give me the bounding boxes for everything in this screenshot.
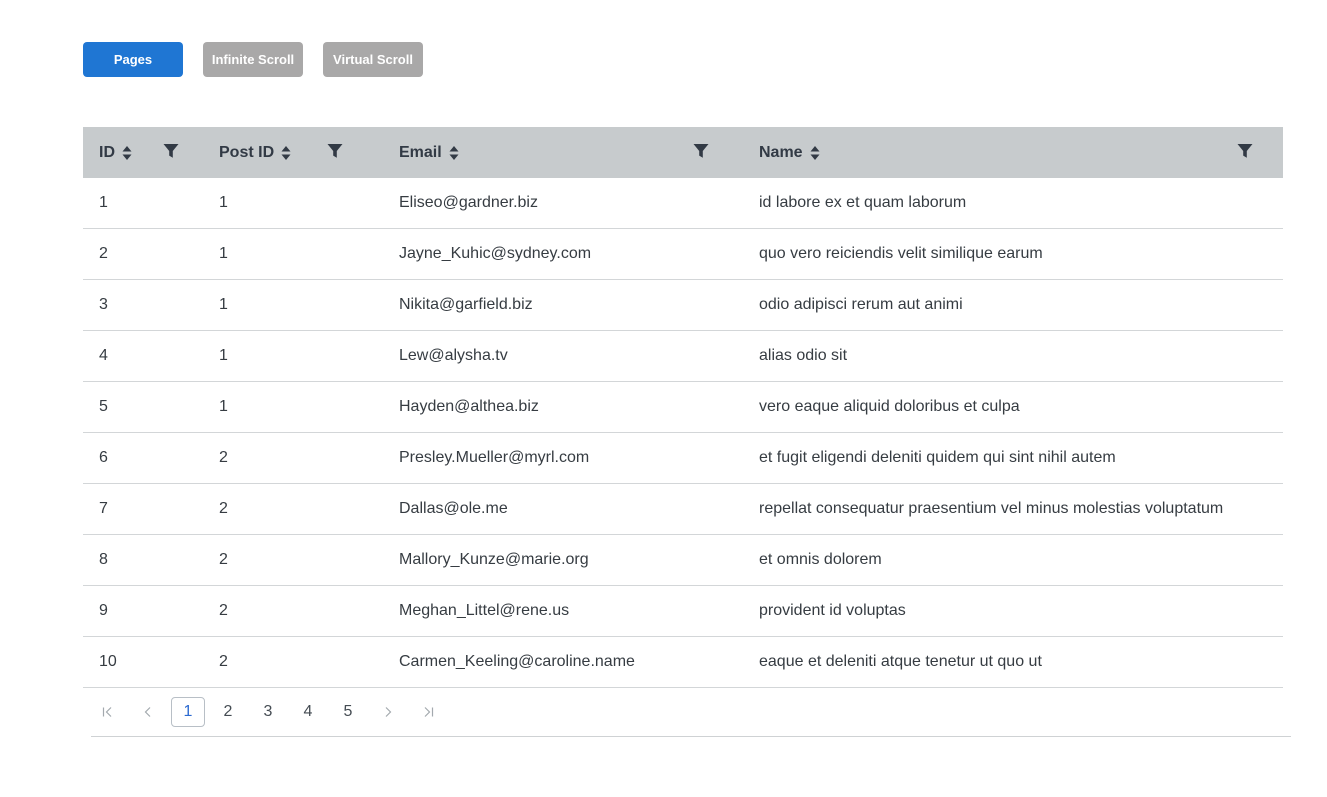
cell-post-id: 1: [219, 398, 228, 415]
infinite-scroll-button[interactable]: Infinite Scroll: [203, 42, 303, 77]
cell-name: et fugit eligendi deleniti quidem qui si…: [759, 449, 1116, 466]
cell-name: et omnis dolorem: [759, 551, 882, 568]
table-row[interactable]: 7 2 Dallas@ole.me repellat consequatur prae…: [83, 484, 1283, 535]
table-row[interactable]: 2 1 Jayne_Kuhic@sydney.com quo vero reicien…: [83, 229, 1283, 280]
first-page-button[interactable]: [91, 697, 125, 727]
cell-id: 5: [99, 398, 108, 415]
cell-email: Presley.Mueller@myrl.com: [399, 449, 590, 466]
cell-name: alias odio sit: [759, 347, 848, 364]
cell-email: Meghan_Littel@rene.us: [399, 602, 570, 619]
column-title: Name: [759, 143, 803, 161]
page-button[interactable]: 1: [171, 697, 205, 727]
cell-email: Dallas@ole.me: [399, 500, 508, 517]
cell-email: Eliseo@gardner.biz: [399, 194, 538, 211]
pages-button[interactable]: Pages: [83, 42, 183, 77]
cell-post-id: 2: [219, 653, 228, 670]
cell-email: Mallory_Kunze@marie.org: [399, 551, 589, 568]
prev-page-icon: [142, 706, 154, 718]
cell-post-id: 2: [219, 551, 228, 568]
table-row[interactable]: 8 2 Mallory_Kunze@marie.org et omnis dolore…: [83, 535, 1283, 586]
page-button[interactable]: 4: [291, 697, 325, 727]
sort-icon[interactable]: [281, 145, 291, 161]
first-page-icon: [102, 706, 114, 718]
sort-icon[interactable]: [449, 145, 459, 161]
cell-name: id labore ex et quam laborum: [759, 194, 967, 211]
column-header-id[interactable]: ID: [83, 127, 203, 178]
cell-email: Jayne_Kuhic@sydney.com: [399, 245, 592, 262]
cell-name: repellat consequatur praesentium vel min…: [759, 500, 1224, 517]
cell-post-id: 1: [219, 347, 228, 364]
cell-id: 9: [99, 602, 108, 619]
table-row[interactable]: 10 2 Carmen_Keeling@caroline.name eaque et …: [83, 637, 1283, 688]
virtual-scroll-button[interactable]: Virtual Scroll: [323, 42, 423, 77]
table-row[interactable]: 1 1 Eliseo@gardner.biz id labore ex et quam…: [83, 178, 1283, 229]
cell-id: 2: [99, 245, 108, 262]
cell-name: eaque et deleniti atque tenetur ut quo u…: [759, 653, 1042, 670]
cell-id: 4: [99, 347, 108, 364]
cell-post-id: 1: [219, 194, 228, 211]
cell-id: 10: [99, 653, 117, 670]
view-mode-toolbar: Pages Infinite Scroll Virtual Scroll: [83, 42, 423, 77]
cell-id: 6: [99, 449, 108, 466]
column-header-post-id[interactable]: Post ID: [203, 127, 383, 178]
last-page-icon: [422, 706, 434, 718]
column-title: Post ID: [219, 143, 275, 161]
pager: 12345: [91, 688, 1291, 737]
page-button[interactable]: 3: [251, 697, 285, 727]
table-row[interactable]: 4 1 Lew@alysha.tv alias odio sit: [83, 331, 1283, 382]
table-row[interactable]: 3 1 Nikita@garfield.biz odio adipisci rerum…: [83, 280, 1283, 331]
cell-id: 1: [99, 194, 108, 211]
cell-name: vero eaque aliquid doloribus et culpa: [759, 398, 1020, 415]
cell-id: 3: [99, 296, 108, 313]
cell-email: Hayden@althea.biz: [399, 398, 539, 415]
cell-name: odio adipisci rerum aut animi: [759, 296, 963, 313]
cell-email: Lew@alysha.tv: [399, 347, 508, 364]
cell-post-id: 2: [219, 449, 228, 466]
column-header-name[interactable]: Name: [743, 127, 1283, 178]
table-row[interactable]: 6 2 Presley.Mueller@myrl.com et fugit elige…: [83, 433, 1283, 484]
filter-icon[interactable]: [327, 143, 343, 159]
column-title: ID: [99, 143, 115, 161]
data-grid: ID Post ID Email Name 1 1 Eliseo@gardner.biz i…: [83, 127, 1283, 688]
sort-icon[interactable]: [122, 145, 132, 161]
grid-body: 1 1 Eliseo@gardner.biz id labore ex et quam…: [83, 178, 1283, 688]
cell-post-id: 2: [219, 500, 228, 517]
last-page-button[interactable]: [411, 697, 445, 727]
cell-email: Carmen_Keeling@caroline.name: [399, 653, 635, 670]
cell-id: 8: [99, 551, 108, 568]
column-header-email[interactable]: Email: [383, 127, 743, 178]
cell-post-id: 1: [219, 296, 228, 313]
filter-icon[interactable]: [163, 143, 179, 159]
prev-page-button[interactable]: [131, 697, 165, 727]
sort-icon[interactable]: [810, 145, 820, 161]
table-row[interactable]: 9 2 Meghan_Littel@rene.us provident id volu…: [83, 586, 1283, 637]
next-page-icon: [382, 706, 394, 718]
page-button[interactable]: 2: [211, 697, 245, 727]
cell-post-id: 2: [219, 602, 228, 619]
next-page-button[interactable]: [371, 697, 405, 727]
cell-name: quo vero reiciendis velit similique earu…: [759, 245, 1043, 262]
filter-icon[interactable]: [693, 143, 709, 159]
cell-name: provident id voluptas: [759, 602, 906, 619]
grid-header: ID Post ID Email Name: [83, 127, 1283, 178]
column-title: Email: [399, 143, 442, 161]
cell-id: 7: [99, 500, 108, 517]
cell-post-id: 1: [219, 245, 228, 262]
table-row[interactable]: 5 1 Hayden@althea.biz vero eaque aliquid do…: [83, 382, 1283, 433]
cell-email: Nikita@garfield.biz: [399, 296, 533, 313]
filter-icon[interactable]: [1237, 143, 1253, 159]
page-button[interactable]: 5: [331, 697, 365, 727]
